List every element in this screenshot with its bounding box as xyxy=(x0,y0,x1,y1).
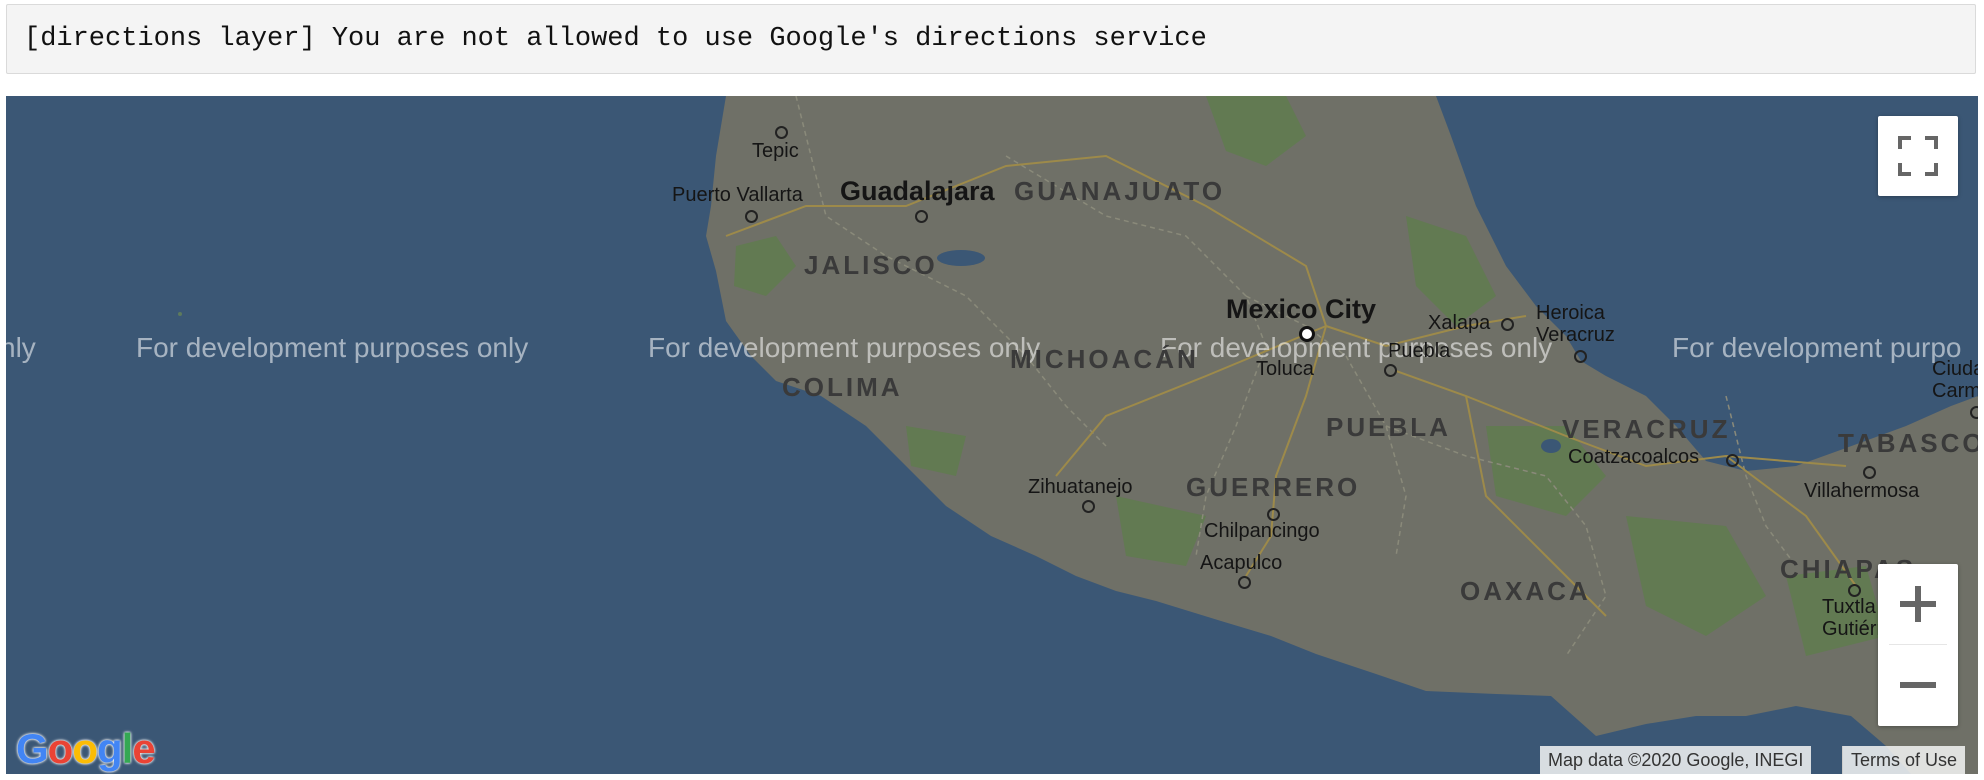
zoom-out-button[interactable] xyxy=(1878,645,1958,725)
logo-letter: g xyxy=(96,725,123,772)
plus-icon xyxy=(1900,586,1936,622)
state-label-guanajuato: GUANAJUATO xyxy=(1014,176,1226,206)
city-marker-mexico-city xyxy=(1299,326,1315,342)
city-marker-acapulco xyxy=(1238,576,1251,589)
island xyxy=(178,312,182,316)
city-label-zihuatanejo: Zihuatanejo xyxy=(1028,476,1133,498)
minus-icon xyxy=(1900,682,1936,688)
logo-letter: o xyxy=(47,725,74,772)
city-marker-zihuatanejo xyxy=(1082,500,1095,513)
watermark-fragment: For development purpo xyxy=(1672,332,1962,363)
state-label-michoacan: MICHOACÁN xyxy=(1010,344,1199,374)
logo-letter: o xyxy=(72,725,98,772)
fullscreen-button[interactable] xyxy=(1878,116,1958,196)
state-label-colima: COLIMA xyxy=(782,372,903,402)
city-marker-xalapa xyxy=(1501,318,1514,331)
city-marker-veracruz xyxy=(1574,350,1587,363)
watermark-text: For development purposes only xyxy=(136,332,529,363)
city-label-guadalajara: Guadalajara xyxy=(840,176,995,206)
city-label-heroica-veracruz: Heroica Veracruz xyxy=(1536,302,1615,346)
google-logo[interactable]: Google xyxy=(16,725,156,773)
map-view[interactable]: nly For development purposes only For de… xyxy=(6,96,1978,774)
city-label-acapulco: Acapulco xyxy=(1200,552,1283,574)
city-label-puebla: Puebla xyxy=(1388,340,1451,362)
city-marker-tepic xyxy=(775,126,788,139)
map-attribution[interactable]: Map data ©2020 Google, INEGI xyxy=(1540,746,1812,774)
watermark-text: For development purposes only xyxy=(648,332,1041,363)
zoom-control xyxy=(1878,564,1958,726)
state-label-puebla: PUEBLA xyxy=(1326,412,1451,442)
zoom-in-button[interactable] xyxy=(1878,564,1958,644)
city-marker-puebla xyxy=(1384,364,1397,377)
state-label-oaxaca: OAXACA xyxy=(1460,576,1591,606)
city-label-coatzacoalcos: Coatzacoalcos xyxy=(1568,446,1700,468)
lagoon xyxy=(1541,439,1561,453)
city-label-ciudad-carmen: Ciuda Carm xyxy=(1932,358,1978,402)
city-marker-ciudad-carmen xyxy=(1970,406,1978,419)
city-label-tepic: Tepic xyxy=(752,140,799,162)
city-label-puerto-vallarta: Puerto Vallarta xyxy=(672,184,803,206)
logo-letter: G xyxy=(16,725,49,772)
logo-letter: l xyxy=(121,725,134,772)
city-label-chilpancingo: Chilpancingo xyxy=(1204,520,1320,542)
city-marker-villahermosa xyxy=(1863,466,1876,479)
state-label-veracruz: VERACRUZ xyxy=(1562,414,1731,444)
watermark-text: For development purposes only xyxy=(1160,332,1553,363)
terms-of-use-link[interactable]: Terms of Use xyxy=(1842,746,1966,774)
state-label-tabasco: TABASCO xyxy=(1838,428,1978,458)
city-label-xalapa: Xalapa xyxy=(1428,312,1491,334)
state-label-guerrero: GUERRERO xyxy=(1186,472,1361,502)
error-message: [directions layer] You are not allowed t… xyxy=(6,4,1976,74)
watermark-fragment: nly xyxy=(6,332,36,363)
city-label-tuxtla: Tuxtla Gutiérr xyxy=(1822,596,1884,640)
city-marker-guadalajara xyxy=(915,210,928,223)
city-marker-puerto-vallarta xyxy=(745,210,758,223)
city-label-mexico-city: Mexico City xyxy=(1226,294,1377,324)
logo-letter: e xyxy=(132,725,155,772)
lake-chapala xyxy=(937,250,985,266)
city-label-toluca: Toluca xyxy=(1256,358,1314,380)
state-label-jalisco: JALISCO xyxy=(804,250,938,280)
city-label-villahermosa: Villahermosa xyxy=(1804,480,1920,502)
fullscreen-icon xyxy=(1898,136,1938,176)
city-marker-coatzacoalcos xyxy=(1726,454,1739,467)
